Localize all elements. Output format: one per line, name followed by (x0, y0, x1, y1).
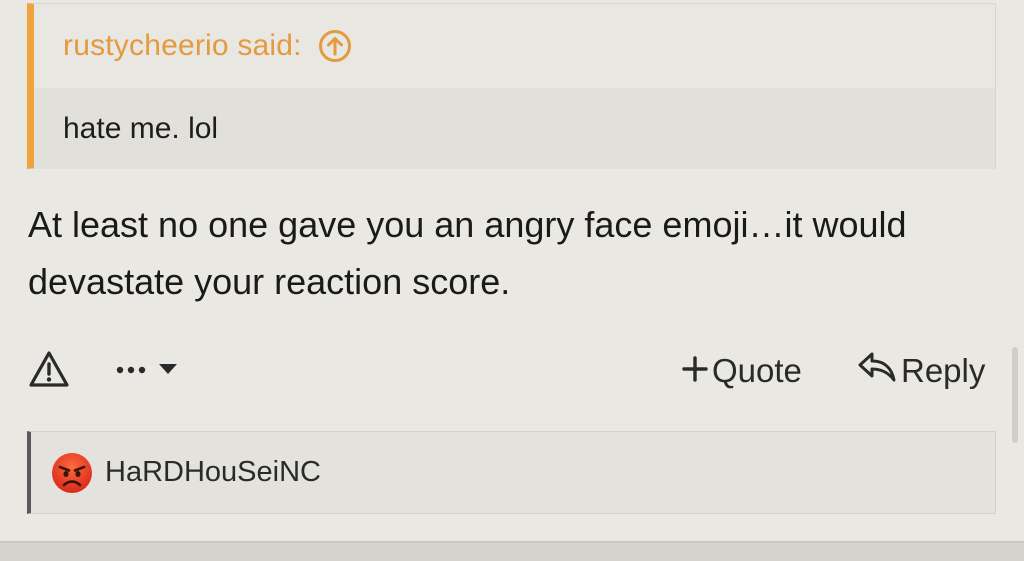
forum-post: rustycheerio said: hate me. lol At least… (0, 0, 1024, 561)
quote-text: hate me. lol (34, 88, 995, 169)
reactions-bar[interactable]: HaRDHouSeiNC (27, 431, 996, 514)
reply-button-label: Reply (901, 352, 986, 389)
caret-down-icon (158, 362, 178, 380)
reply-arrow-icon (857, 350, 897, 392)
more-options-button[interactable] (116, 353, 178, 389)
reply-button[interactable]: Reply (857, 350, 985, 392)
arrow-up-circle-icon[interactable] (318, 29, 352, 63)
quote-button[interactable]: Quote (682, 350, 802, 392)
angry-face-icon (51, 452, 93, 494)
quote-header[interactable]: rustycheerio said: (34, 4, 995, 88)
post-body: At least no one gave you an angry face e… (28, 204, 907, 302)
quoted-message: rustycheerio said: hate me. lol (27, 3, 996, 169)
scrollbar-thumb[interactable] (1012, 347, 1018, 443)
next-post-divider (0, 541, 1024, 561)
warning-triangle-icon[interactable] (28, 350, 70, 388)
quote-author-label[interactable]: rustycheerio said: (63, 29, 302, 63)
ellipsis-icon (116, 362, 150, 380)
quote-button-label: Quote (712, 352, 802, 389)
plus-icon (682, 352, 708, 390)
post-action-bar: Quote Reply (28, 345, 994, 397)
reaction-users[interactable]: HaRDHouSeiNC (105, 456, 321, 489)
